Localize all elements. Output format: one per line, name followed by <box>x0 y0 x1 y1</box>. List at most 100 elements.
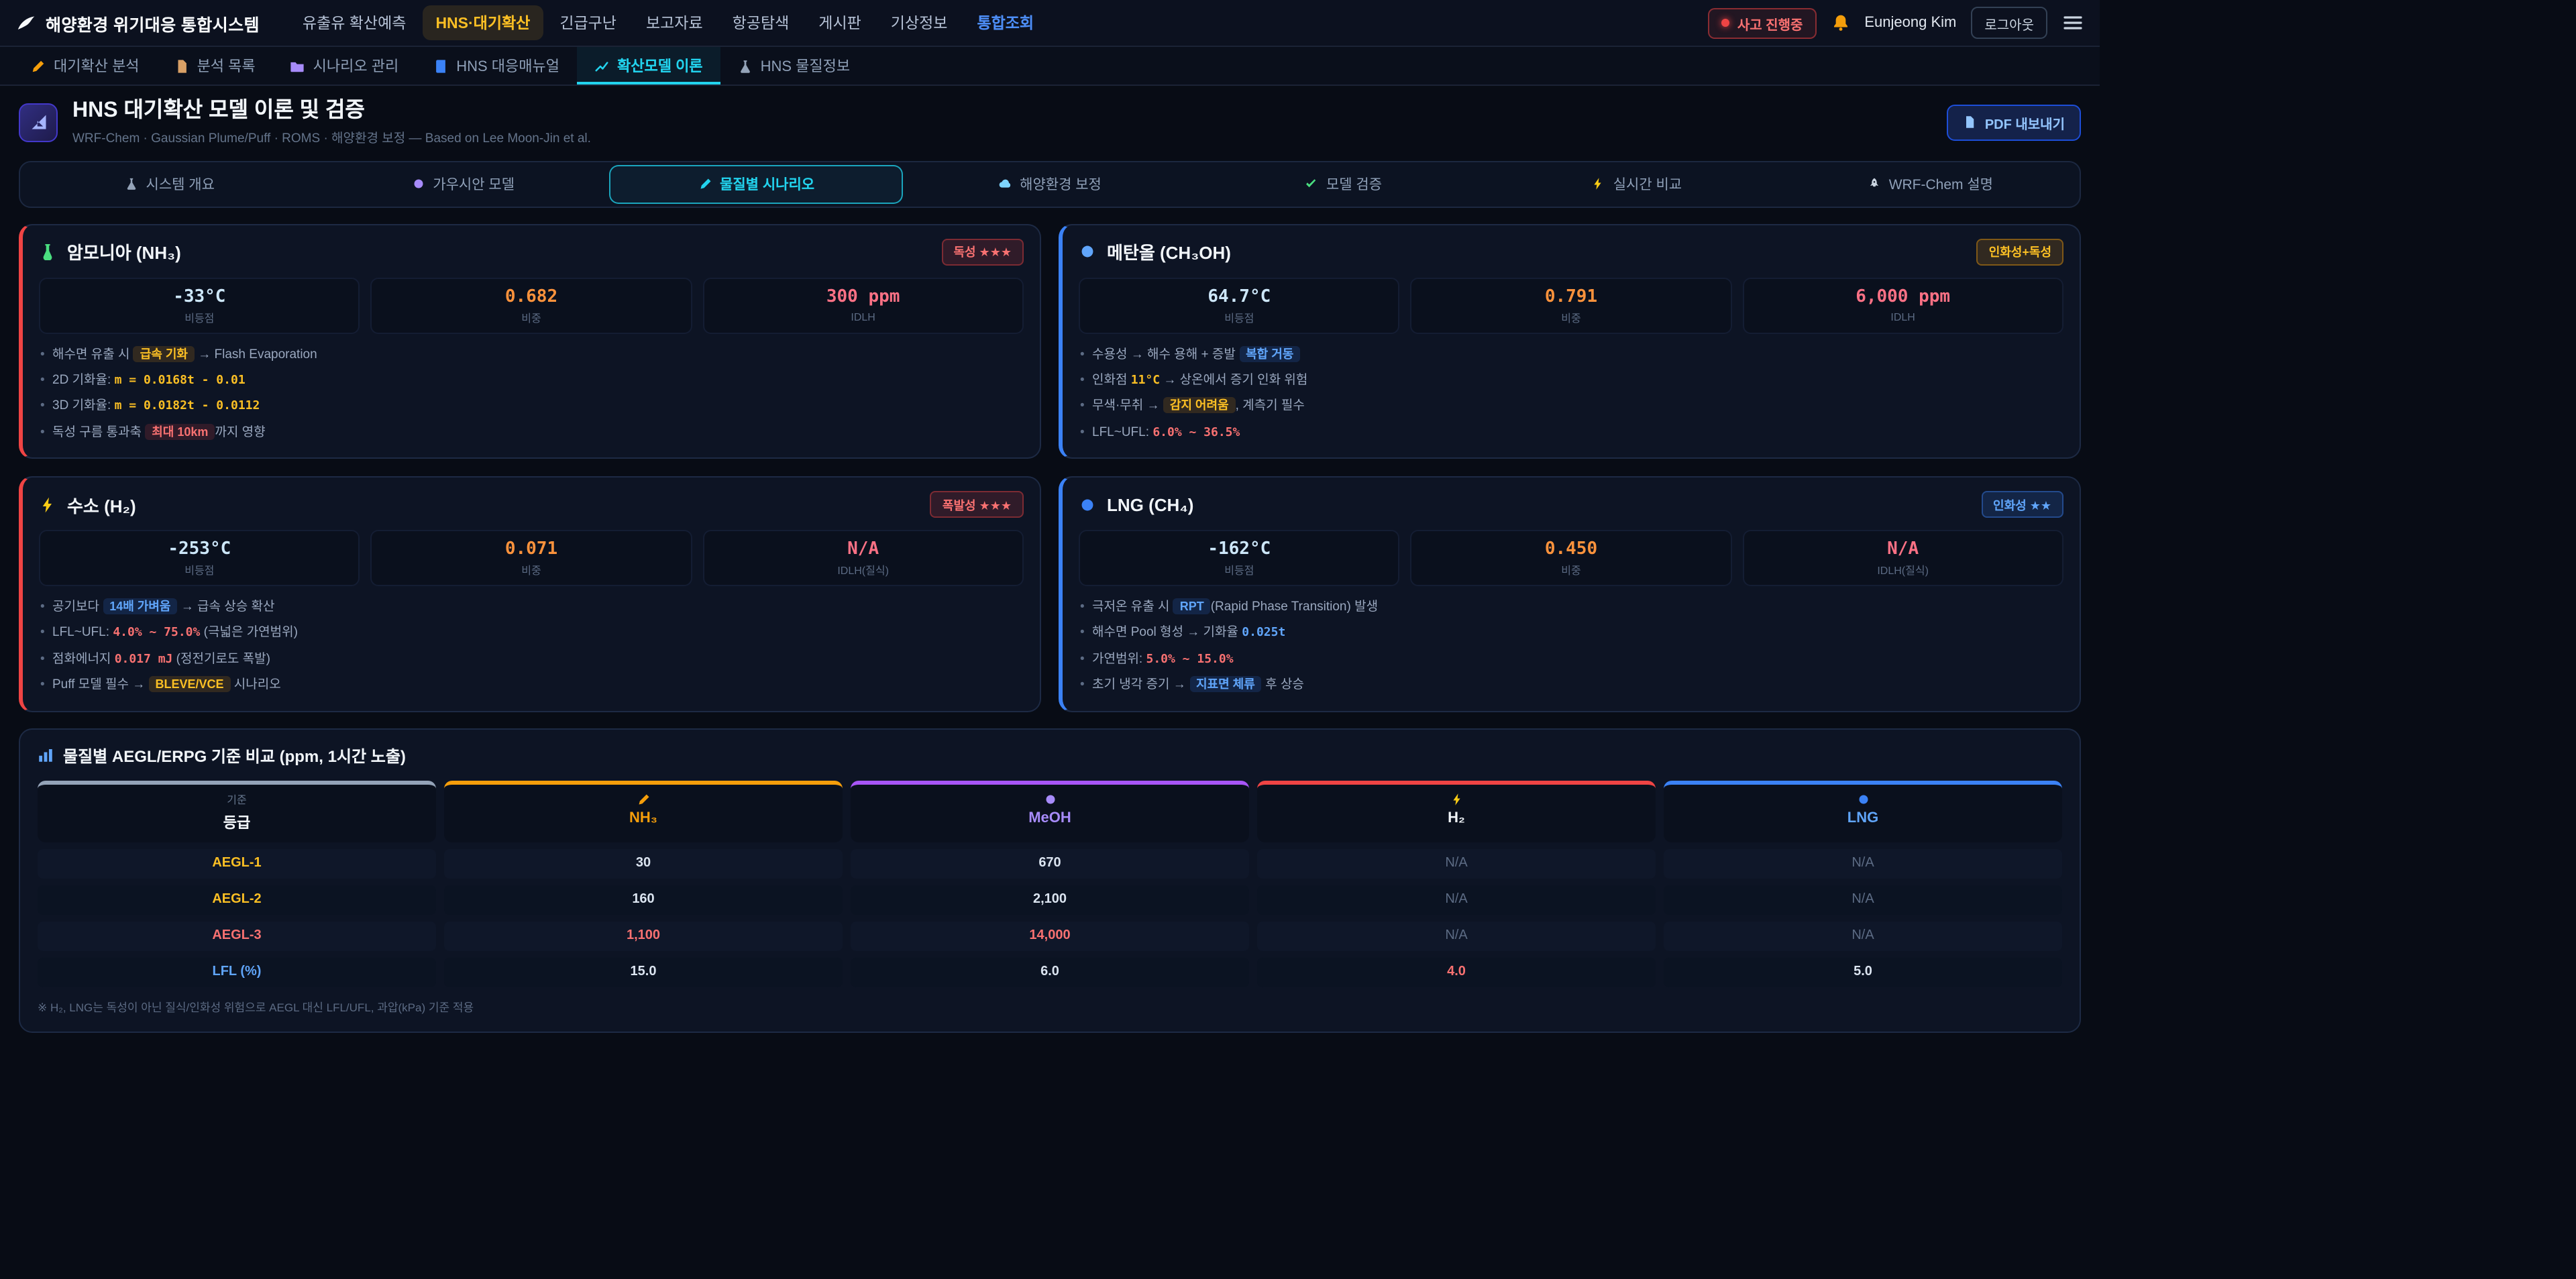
tab-wrf-chem[interactable]: WRF-Chem 설명 <box>1784 164 2077 203</box>
tab-label: WRF-Chem 설명 <box>1889 174 1993 194</box>
stat-value: -162°C <box>1085 539 1393 559</box>
stat-value: N/A <box>1749 539 2057 559</box>
triangle-ruler-icon <box>29 113 48 132</box>
subnav-item-diffusion-analysis[interactable]: 대기확산 분석 <box>13 47 157 85</box>
nav-item-integrated-search[interactable]: 통합조회 <box>963 5 1047 40</box>
stat-label: 비등점 <box>1085 311 1393 325</box>
tab-label: 가우시안 모델 <box>433 174 515 194</box>
nav-item-reports[interactable]: 보고자료 <box>633 5 716 40</box>
tab-substance-scenarios[interactable]: 물질별 시나리오 <box>610 164 903 203</box>
card-bullet: 초기 냉각 증기 → 지표면 체류 후 상승 <box>1079 677 2063 696</box>
stat-boiling-point: -253°C 비등점 <box>39 530 360 586</box>
stat-label: 비등점 <box>46 311 354 325</box>
stat-label: 비등점 <box>1085 563 1393 578</box>
table-cell: 160 <box>444 885 843 914</box>
card-header: 수소 (H₂) 폭발성 ★★★ <box>39 491 1024 518</box>
card-title: 수소 (H₂) <box>67 492 136 517</box>
stats-row: -162°C 비등점 0.450 비중 N/A IDLH(질식) <box>1079 530 2063 586</box>
testtube-icon <box>39 243 56 260</box>
table-cell: N/A <box>1257 921 1656 950</box>
hazard-badge: 인화성 ★★ <box>1981 491 2063 518</box>
nav-item-weather[interactable]: 기상정보 <box>877 5 961 40</box>
hamburger-menu-icon[interactable] <box>2062 12 2084 34</box>
section-tabs: 시스템 개요 가우시안 모델 물질별 시나리오 해양환경 보정 모델 검증 실시… <box>19 160 2081 207</box>
nav-item-emergency-rescue[interactable]: 긴급구난 <box>546 5 630 40</box>
stat-label: 비중 <box>1417 563 1725 578</box>
substance-card-ammonia: 암모니아 (NH₃) 독성 ★★★ -33°C 비등점 0.682 비중 300… <box>19 223 1041 459</box>
subnav-item-hns-manual[interactable]: HNS 대응매뉴얼 <box>416 47 577 85</box>
molecule-dot-icon <box>1079 243 1096 260</box>
table-header-meoh: MeOH <box>851 780 1249 842</box>
table-cell: 1,100 <box>444 921 843 950</box>
nav-item-board[interactable]: 게시판 <box>805 5 875 40</box>
card-bullet: 해수면 유출 시 급속 기화 → Flash Evaporation <box>39 345 1024 365</box>
stats-row: -253°C 비등점 0.071 비중 N/A IDLH(질식) <box>39 530 1024 586</box>
incident-label: 사고 진행중 <box>1737 13 1803 33</box>
card-title: 암모니아 (NH₃) <box>67 239 181 264</box>
hazard-badge: 인화성+독성 <box>1977 238 2063 265</box>
stat-label: 비중 <box>378 563 686 578</box>
tab-gaussian-model[interactable]: 가우시안 모델 <box>316 164 609 203</box>
logout-button[interactable]: 로그아웃 <box>1971 7 2047 39</box>
table-title: 물질별 AEGL/ERPG 기준 비교 (ppm, 1시간 노출) <box>63 744 406 767</box>
card-bullets: 극저온 유출 시 RPT(Rapid Phase Transition) 발생 … <box>1079 598 2063 696</box>
nav-item-oil-spill[interactable]: 유출유 확산예측 <box>289 5 420 40</box>
table-cell: 5.0 <box>1664 957 2062 987</box>
table-cell: N/A <box>1664 848 2062 878</box>
tab-label: 시스템 개요 <box>146 174 215 194</box>
table-footnote: ※ H₂, LNG는 독성이 아닌 질식/인화성 위험으로 AEGL 대신 LF… <box>38 999 2062 1015</box>
subnav-item-diffusion-model-theory[interactable]: 확산모델 이론 <box>577 47 720 85</box>
table-cell: 2,100 <box>851 885 1249 914</box>
tab-model-validation[interactable]: 모델 검증 <box>1197 164 1490 203</box>
stats-row: -33°C 비등점 0.682 비중 300 ppm IDLH <box>39 277 1024 333</box>
subnav-label: 시나리오 관리 <box>313 55 399 76</box>
card-header: 암모니아 (NH₃) 독성 ★★★ <box>39 238 1024 265</box>
subnav-item-scenario-management[interactable]: 시나리오 관리 <box>273 47 417 85</box>
tab-system-overview[interactable]: 시스템 개요 <box>23 164 316 203</box>
card-bullet: 수용성 → 해수 용해 + 증발 복합 거동 <box>1079 345 2063 365</box>
table-row-aegl1: AEGL-1 30 670 N/A N/A <box>38 848 2062 878</box>
card-bullet: LFL~UFL: 6.0% ~ 36.5% <box>1079 423 2063 443</box>
tab-marine-correction[interactable]: 해양환경 보정 <box>903 164 1196 203</box>
card-title: 메탄올 (CH₃OH) <box>1107 239 1231 264</box>
stat-label: 비중 <box>1417 311 1725 325</box>
bell-icon[interactable] <box>1831 13 1849 32</box>
table-header-nh3: NH₃ <box>444 780 843 842</box>
card-bullet: 인화점 11°C → 상온에서 증기 인화 위험 <box>1079 372 2063 391</box>
rocket-icon <box>1868 177 1881 190</box>
tab-realtime-compare[interactable]: 실시간 비교 <box>1490 164 1783 203</box>
table-cell: 6.0 <box>851 957 1249 987</box>
incident-status-badge[interactable]: 사고 진행중 <box>1708 7 1817 38</box>
molecule-dot-icon <box>1079 496 1096 513</box>
row-label: AEGL-2 <box>38 885 436 914</box>
bar-chart-icon <box>38 747 54 763</box>
tab-label: 실시간 비교 <box>1613 174 1682 194</box>
table-header-criteria: 기준 등급 <box>38 780 436 842</box>
dot-icon <box>1856 792 1870 805</box>
sub-navbar: 대기확산 분석 분석 목록 시나리오 관리 HNS 대응매뉴얼 확산모델 이론 … <box>0 47 2100 86</box>
column-name: MeOH <box>851 810 1249 826</box>
subnav-item-hns-substance-info[interactable]: HNS 물질정보 <box>720 47 868 85</box>
stat-label: IDLH(질식) <box>1749 563 2057 578</box>
subnav-label: 확산모델 이론 <box>617 55 703 76</box>
card-bullets: 수용성 → 해수 용해 + 증발 복합 거동 인화점 11°C → 상온에서 증… <box>1079 345 2063 443</box>
stat-specific-gravity: 0.682 비중 <box>371 277 692 333</box>
card-bullet: 극저온 유출 시 RPT(Rapid Phase Transition) 발생 <box>1079 598 2063 618</box>
table-cell: 14,000 <box>851 921 1249 950</box>
pencil-icon <box>31 58 46 73</box>
table-cell: N/A <box>1257 848 1656 878</box>
stat-idlh: 300 ppm IDLH <box>702 277 1024 333</box>
table-cell: 30 <box>444 848 843 878</box>
table-row-aegl2: AEGL-2 160 2,100 N/A N/A <box>38 885 2062 914</box>
nav-item-hns-diffusion[interactable]: HNS·대기확산 <box>422 5 543 40</box>
nav-item-aerial-search[interactable]: 항공탐색 <box>719 5 803 40</box>
pdf-export-button[interactable]: PDF 내보내기 <box>1947 105 2081 141</box>
check-icon <box>1305 177 1318 190</box>
top-navbar: 해양환경 위기대응 통합시스템 유출유 확산예측 HNS·대기확산 긴급구난 보… <box>0 0 2100 47</box>
subnav-item-analysis-list[interactable]: 분석 목록 <box>157 47 273 85</box>
card-bullet: 가연범위: 5.0% ~ 15.0% <box>1079 651 2063 670</box>
stat-boiling-point: 64.7°C 비등점 <box>1079 277 1400 333</box>
stat-label: IDLH(질식) <box>709 563 1017 578</box>
flask-icon <box>125 177 138 190</box>
stat-label: 비중 <box>378 311 686 325</box>
